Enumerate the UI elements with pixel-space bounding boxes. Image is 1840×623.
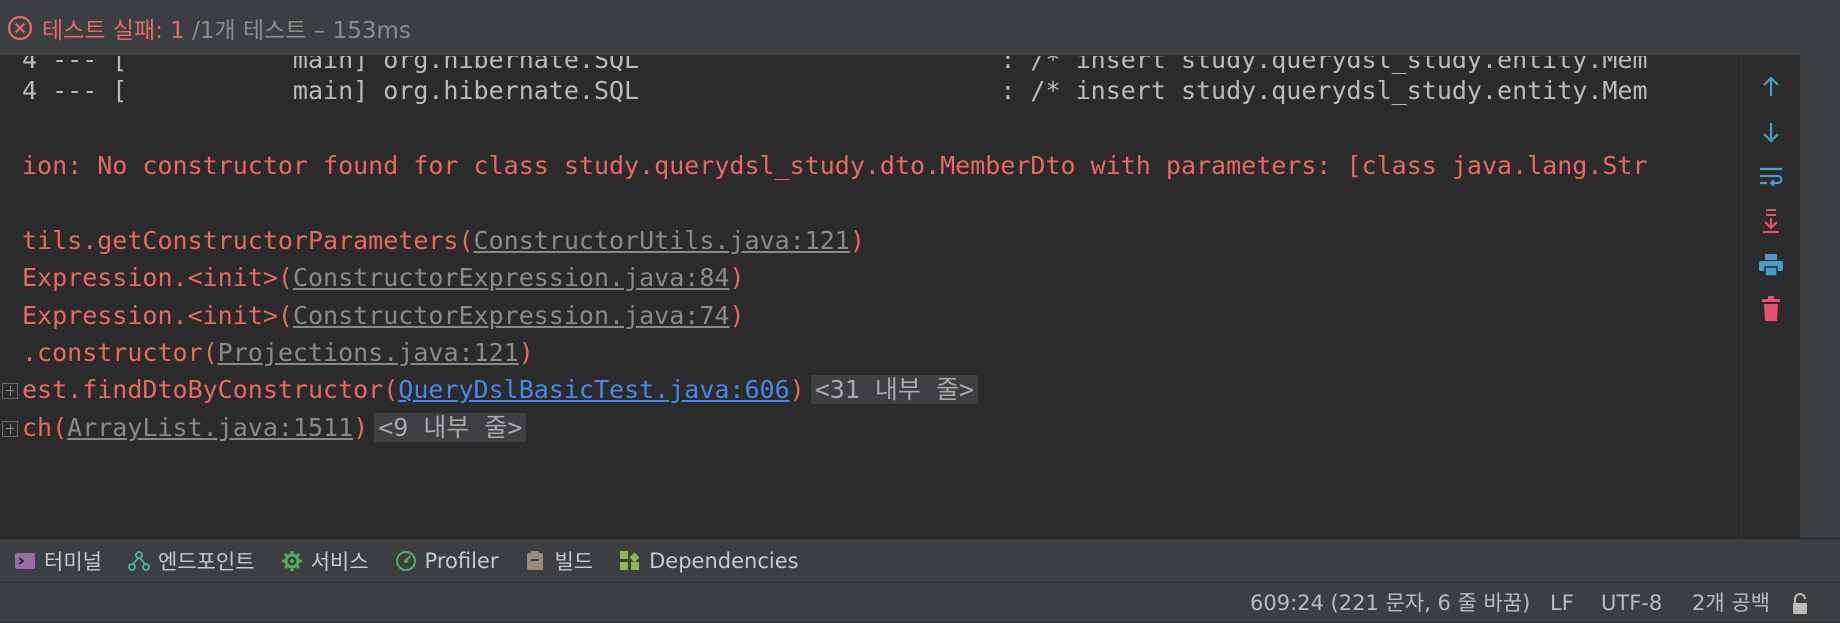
tab-dependencies[interactable]: Dependencies xyxy=(605,539,810,583)
tab-label: 서비스 xyxy=(310,549,369,574)
tab-label: 엔드포인트 xyxy=(157,549,255,574)
tool-window-tabs: 터미널 엔드포인트 서비스 Profiler 빌드 Dependencies xyxy=(0,538,1840,582)
indent-setting[interactable]: 2개 공백 xyxy=(1692,583,1770,623)
print-icon[interactable] xyxy=(1756,250,1786,280)
stack-suffix: ) xyxy=(729,263,745,292)
stack-source-link[interactable]: Projections.java:121 xyxy=(218,338,519,367)
test-failed-icon xyxy=(7,15,33,40)
file-encoding[interactable]: UTF-8 xyxy=(1601,583,1662,623)
tab-build[interactable]: 빌드 xyxy=(510,539,605,583)
tab-terminal[interactable]: 터미널 xyxy=(0,539,114,583)
stack-trace-line: Expression.<init>(ConstructorExpression.… xyxy=(22,296,745,336)
stack-trace-line: tils.getConstructorParameters(Constructo… xyxy=(22,221,865,261)
stack-method: Expression.<init>( xyxy=(22,301,293,330)
console-toolbar xyxy=(1741,56,1800,538)
stack-source-link[interactable]: ConstructorUtils.java:121 xyxy=(474,226,850,255)
line-ending[interactable]: LF xyxy=(1550,583,1574,623)
arrow-down-icon[interactable] xyxy=(1756,117,1786,147)
expand-fold-icon[interactable] xyxy=(2,421,18,437)
stack-trace-line: Expression.<init>(ConstructorExpression.… xyxy=(22,258,745,298)
stack-suffix: ) xyxy=(729,301,745,330)
stack-trace-line: est.findDtoByConstructor(QueryDslBasicTe… xyxy=(22,370,979,410)
tab-services[interactable]: 서비스 xyxy=(267,539,381,583)
status-bar: 609:24 (221 문자, 6 줄 바꿈) LF UTF-8 2개 공백 xyxy=(0,582,1840,622)
test-status-text: 테스트 실패: 1 /1개 테스트 – 153ms xyxy=(42,11,411,45)
tab-label: Dependencies xyxy=(649,548,799,573)
test-failed-count: 테스트 실패: 1 xyxy=(42,17,185,44)
dependencies-icon xyxy=(619,550,641,572)
stack-trace-line: ch(ArrayList.java:1511) <9 내부 줄> xyxy=(22,408,527,448)
stack-suffix: ) xyxy=(353,413,369,442)
stack-suffix: ) xyxy=(849,226,865,255)
stack-source-link[interactable]: QueryDslBasicTest.java:606 xyxy=(398,375,789,404)
stack-source-link[interactable]: ConstructorExpression.java:74 xyxy=(293,301,730,330)
console-output[interactable]: 4 --- [ main] org.hibernate.SQL : /* ins… xyxy=(0,56,1741,538)
tab-label: 빌드 xyxy=(554,549,594,574)
test-summary: /1개 테스트 – 153ms xyxy=(184,17,411,44)
tab-endpoints[interactable]: 엔드포인트 xyxy=(114,539,267,583)
caret-position[interactable]: 609:24 (221 문자, 6 줄 바꿈) xyxy=(1250,583,1530,623)
folded-lines-badge[interactable]: <9 내부 줄> xyxy=(374,413,527,442)
stack-method: est.findDtoByConstructor( xyxy=(22,375,399,404)
terminal-icon xyxy=(14,550,36,572)
services-gear-icon xyxy=(281,550,303,572)
trash-icon[interactable] xyxy=(1756,294,1786,324)
stack-method: tils.getConstructorParameters( xyxy=(22,226,474,255)
stack-source-link[interactable]: ArrayList.java:1511 xyxy=(67,413,353,442)
endpoints-icon xyxy=(127,550,150,572)
console-log-line: 4 --- [ main] org.hibernate.SQL : /* ins… xyxy=(22,76,1648,105)
profiler-icon xyxy=(395,550,417,572)
tab-profiler[interactable]: Profiler xyxy=(381,539,511,583)
test-result-header: 테스트 실패: 1 /1개 테스트 – 153ms xyxy=(0,0,1840,56)
soft-wrap-icon[interactable] xyxy=(1756,161,1786,191)
stack-trace-line: .constructor(Projections.java:121) xyxy=(22,333,534,373)
scroll-to-end-icon[interactable] xyxy=(1756,206,1786,236)
stack-method: ch( xyxy=(22,413,68,442)
expand-fold-icon[interactable] xyxy=(2,383,18,399)
stack-suffix: ) xyxy=(789,375,805,404)
arrow-up-icon[interactable] xyxy=(1756,72,1786,102)
build-icon xyxy=(524,550,546,572)
console-error-line: ion: No constructor found for class stud… xyxy=(22,151,1648,180)
tab-label: Profiler xyxy=(424,548,499,573)
right-edge-strip xyxy=(1800,0,1840,538)
lock-icon[interactable] xyxy=(1790,592,1812,616)
tab-label: 터미널 xyxy=(44,549,102,574)
stack-suffix: ) xyxy=(518,338,534,367)
stack-method: Expression.<init>( xyxy=(22,263,293,292)
stack-method: .constructor( xyxy=(22,338,218,367)
stack-source-link[interactable]: ConstructorExpression.java:84 xyxy=(293,263,730,292)
folded-lines-badge[interactable]: <31 내부 줄> xyxy=(810,375,979,404)
